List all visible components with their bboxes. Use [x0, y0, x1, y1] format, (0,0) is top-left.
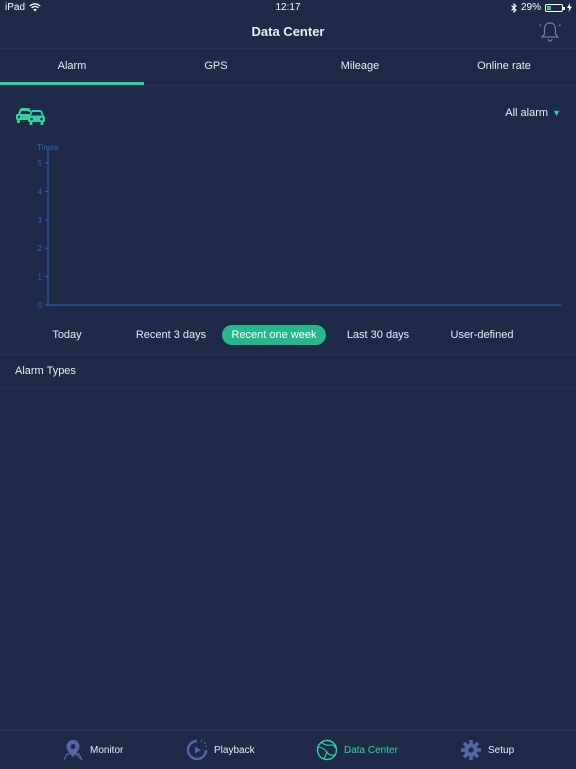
- filter-label: All alarm: [505, 107, 549, 119]
- bottom-tab-label: Data Center: [344, 744, 398, 756]
- bottom-tab-label: Setup: [488, 744, 515, 756]
- status-bar: iPad 12:17 29%: [0, 0, 576, 16]
- bottom-tab-label: Monitor: [90, 744, 124, 756]
- tab-mileage[interactable]: Mileage: [288, 49, 432, 85]
- range-today[interactable]: Today: [30, 325, 104, 345]
- nav-bar: Data Center: [0, 16, 576, 49]
- car-icon: [16, 108, 45, 125]
- range-user-defined[interactable]: User-defined: [442, 325, 522, 345]
- bottom-tab-setup[interactable]: Setup: [460, 739, 514, 761]
- time-range-selector: Today Recent 3 days Recent one week Last…: [0, 323, 576, 347]
- range-recent-one-week[interactable]: Recent one week: [222, 325, 326, 345]
- bluetooth-icon: [511, 2, 517, 13]
- y-tick-label: 3: [38, 216, 43, 225]
- bottom-tab-monitor[interactable]: Monitor: [62, 739, 123, 761]
- globe-icon: [316, 739, 338, 761]
- tab-bar: Alarm GPS Mileage Online rate: [0, 49, 576, 86]
- alarm-types-heading: Alarm Types: [15, 365, 76, 377]
- range-recent-3-days[interactable]: Recent 3 days: [126, 325, 216, 345]
- bottom-tab-data-center[interactable]: Data Center: [316, 739, 398, 761]
- map-pin-icon: [63, 740, 83, 761]
- bottom-tab-playback[interactable]: Playback: [186, 739, 255, 761]
- y-tick-label: 0: [38, 301, 43, 310]
- range-last-30-days[interactable]: Last 30 days: [338, 325, 418, 345]
- charging-icon: [567, 3, 572, 12]
- clock: 12:17: [275, 2, 301, 13]
- tab-indicator: [0, 82, 144, 85]
- alarm-filter-dropdown[interactable]: All alarm ▼: [505, 107, 561, 119]
- divider: [0, 354, 576, 355]
- playback-icon: [186, 739, 208, 761]
- bell-icon[interactable]: [538, 20, 562, 44]
- tab-online-rate[interactable]: Online rate: [432, 49, 576, 85]
- chevron-down-icon: ▼: [552, 108, 561, 118]
- tab-gps[interactable]: GPS: [144, 49, 288, 85]
- bottom-tab-bar: Monitor Playback Data Center Setup: [0, 730, 576, 769]
- battery-icon: [545, 3, 565, 12]
- page-title: Data Center: [251, 24, 325, 39]
- divider: [0, 388, 576, 389]
- battery-percent: 29%: [520, 2, 541, 13]
- y-tick-label: 4: [38, 187, 43, 196]
- bottom-tab-label: Playback: [214, 744, 255, 756]
- alarm-chart: Times012345: [37, 143, 561, 310]
- y-tick-label: 2: [38, 244, 43, 253]
- gear-icon: [461, 740, 481, 760]
- y-tick-label: 1: [38, 273, 43, 282]
- y-tick-label: 5: [38, 159, 43, 168]
- tab-alarm[interactable]: Alarm: [0, 49, 144, 85]
